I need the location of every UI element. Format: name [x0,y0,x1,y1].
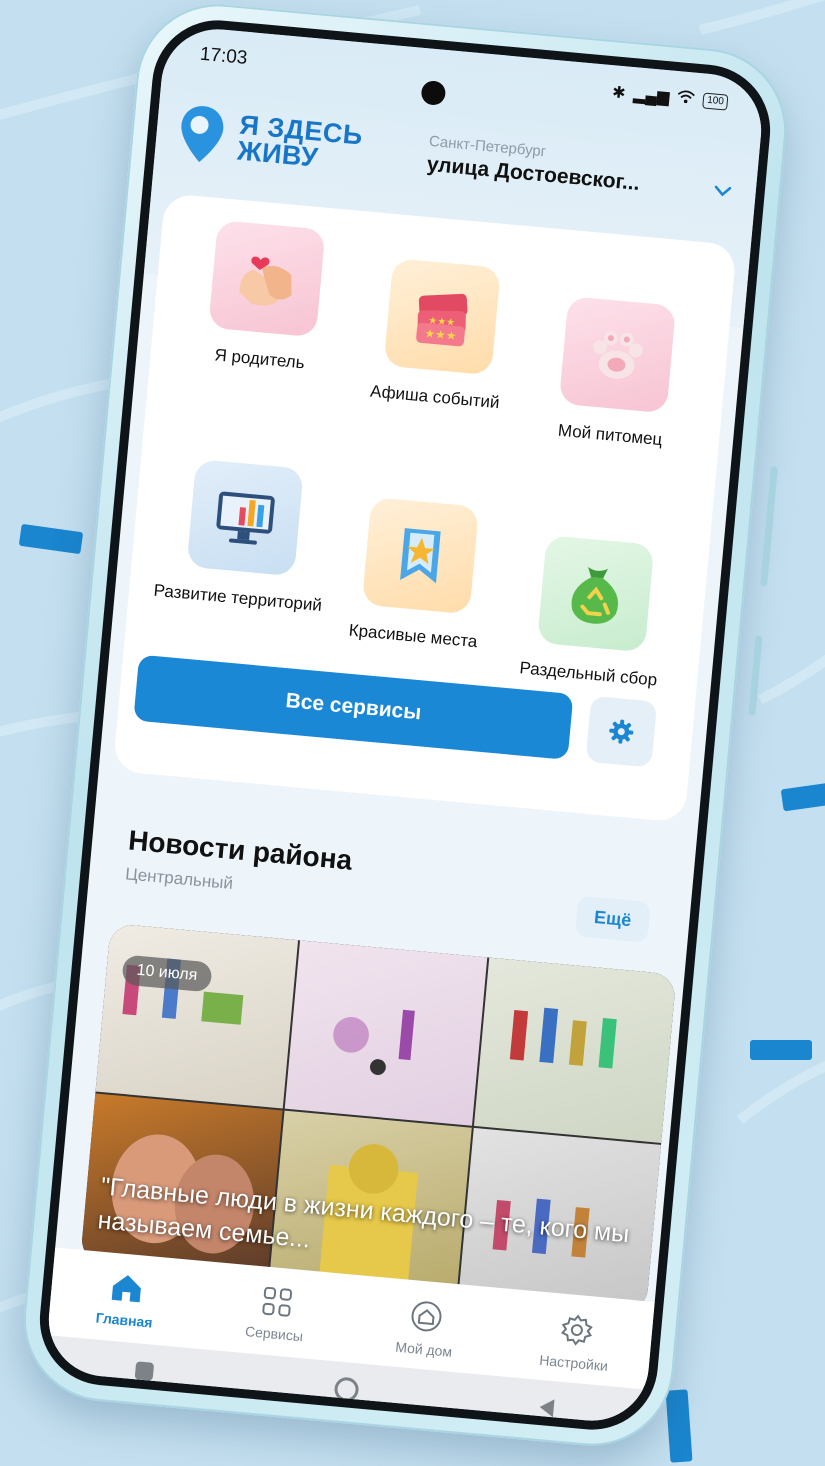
drawing-tile [95,923,299,1109]
news-header: Новости района Центральный Ещё [124,824,653,943]
home-button[interactable] [333,1376,360,1403]
hands-heart-icon [208,219,326,338]
service-events[interactable]: ★★★ ★★★ Афиша событий [341,255,535,460]
home-icon [111,1275,142,1303]
tickets-icon: ★★★ ★★★ [383,258,501,376]
services-settings-button[interactable] [585,695,658,768]
service-label: Развитие территорий [152,580,323,615]
recycle-bag-icon [537,535,655,653]
tab-label: Настройки [538,1351,609,1374]
service-places[interactable]: Красивые места [319,494,513,699]
service-label: Красивые места [348,620,479,652]
location-pin-icon [181,106,224,163]
phone-mockup: 17:03 ✱ ▂▄▆ 100 Я ЗДЕСЬ ЖИВУ Санкт-Петер… [16,0,794,1453]
app-logo[interactable]: Я ЗДЕСЬ ЖИВУ [176,102,364,178]
status-time: 17:03 [199,43,249,69]
tab-home[interactable]: Главная [64,1267,189,1334]
news-more-button[interactable]: Ещё [574,895,651,943]
house-circle-icon [411,1301,442,1332]
tab-my-home[interactable]: Мой дом [363,1294,488,1363]
bluetooth-icon: ✱ [611,84,627,103]
status-icons: ✱ ▂▄▆ 100 [611,82,729,112]
service-territory[interactable]: Развитие территорий [142,456,338,683]
services-grid: Я родитель ★★★ ★★★ Афиша событий Мой пит… [142,217,715,716]
gear-icon [609,719,634,744]
service-recycling[interactable]: Раздельный сбор [497,532,689,715]
tab-label: Сервисы [244,1323,304,1345]
tab-settings[interactable]: Настройки [513,1308,638,1377]
battery-icon: 100 [702,92,729,111]
service-label: Мой питомец [557,420,664,450]
service-pet[interactable]: Мой питомец [518,293,710,476]
chevron-down-icon[interactable] [713,181,733,204]
service-parent[interactable]: Я родитель [164,217,360,444]
services-card: Я родитель ★★★ ★★★ Афиша событий Мой пит… [112,193,737,823]
drawing-tile [473,957,677,1143]
location-selector[interactable]: Санкт-Петербург улица Достоевског... [426,133,643,196]
grid-icon [262,1286,292,1317]
phone-screen: 17:03 ✱ ▂▄▆ 100 Я ЗДЕСЬ ЖИВУ Санкт-Петер… [34,14,776,1436]
settings-icon [560,1314,593,1346]
back-button[interactable] [538,1398,555,1418]
recents-button[interactable] [134,1361,155,1381]
svg-text:★★★: ★★★ [428,315,456,328]
tab-services[interactable]: Сервисы [214,1280,339,1347]
news-card[interactable]: 10 июля "Главные люди в жизни каждого – … [80,923,677,1314]
monitor-chart-icon [186,458,304,577]
bookmark-star-icon [361,497,480,615]
signal-icon: ▂▄▆ [632,86,671,107]
wifi-icon [676,89,696,110]
tab-label: Главная [95,1309,154,1331]
service-label: Афиша событий [369,381,501,413]
service-label: Я родитель [213,345,306,373]
drawing-tile [284,940,488,1126]
tab-label: Мой дом [394,1338,453,1360]
decor-dash [750,1040,812,1060]
paw-icon [558,296,677,414]
logo-text: Я ЗДЕСЬ ЖИВУ [236,110,364,175]
